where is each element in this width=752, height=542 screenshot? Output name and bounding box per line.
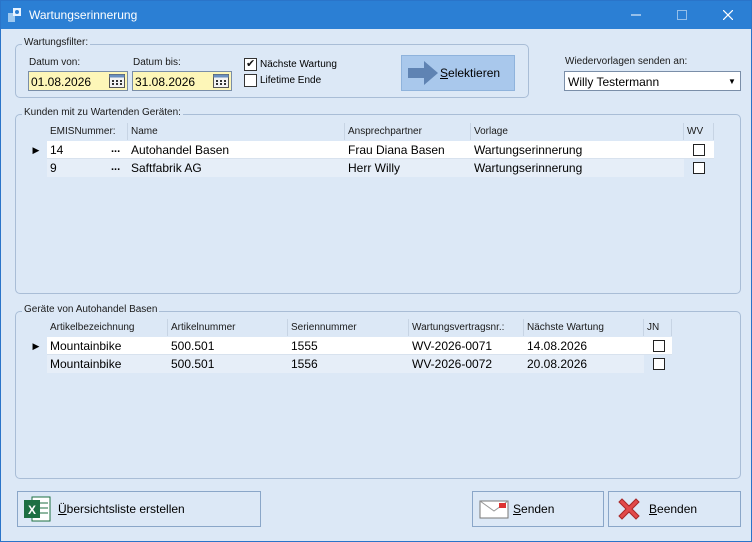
envelope-icon (479, 500, 509, 519)
send-button-label: Senden (513, 502, 555, 516)
next-maintenance-cell[interactable]: 14.08.2026 (524, 337, 644, 355)
jn-checkbox[interactable] (653, 340, 665, 352)
table-row[interactable]: Mountainbike 500.501 1556 WV-2026-0072 2… (25, 355, 731, 373)
close-window-button[interactable] (705, 1, 751, 29)
name-cell[interactable]: Saftfabrik AG (128, 159, 345, 177)
next-maintenance-label: Nächste Wartung (260, 59, 337, 70)
table-row[interactable]: ▶ 14 ... Autohandel Basen Frau Diana Bas… (25, 141, 731, 159)
column-header[interactable]: Artikelnummer (168, 319, 288, 336)
next-maintenance-checkbox[interactable] (244, 57, 257, 71)
date-from-value: 01.08.2026 (31, 75, 92, 89)
resubmit-select[interactable]: Willy Testermann ▼ (564, 71, 741, 91)
contact-cell[interactable]: Frau Diana Basen (345, 141, 471, 159)
wv-checkbox[interactable] (693, 144, 705, 156)
column-header[interactable]: Seriennummer (288, 319, 409, 336)
column-header[interactable]: Name (128, 123, 345, 140)
column-header[interactable]: WV (684, 123, 714, 140)
app-icon (8, 8, 21, 22)
window-title: Wartungserinnerung (29, 8, 138, 22)
title-bar: Wartungserinnerung (1, 1, 751, 29)
select-button[interactable]: Selektieren (401, 55, 515, 91)
lookup-button[interactable]: ... (111, 161, 120, 173)
column-header[interactable]: Vorlage (471, 123, 684, 140)
article-cell[interactable]: 500.501 (168, 337, 288, 355)
customers-group-label: Kunden mit zu Wartenden Geräten: (22, 107, 183, 118)
template-cell[interactable]: Wartungserinnerung (471, 159, 684, 177)
filter-group-label: Wartungsfilter: (22, 37, 91, 48)
main-window: Wartungserinnerung Wartungsfilter: Datum… (0, 0, 752, 542)
date-from-label: Datum von: (29, 57, 81, 68)
minimize-icon (631, 14, 641, 16)
template-cell[interactable]: Wartungserinnerung (471, 141, 684, 159)
send-button[interactable]: Senden (472, 491, 604, 527)
lifetime-end-label: Lifetime Ende (260, 75, 322, 86)
row-indicator-icon: ▶ (32, 340, 40, 351)
lookup-button[interactable]: ... (111, 143, 120, 155)
column-header[interactable]: EMISNummer: (47, 123, 128, 140)
svg-text:X: X (28, 503, 36, 517)
jn-checkbox[interactable] (653, 358, 665, 370)
calendar-icon[interactable] (213, 74, 229, 88)
name-cell[interactable]: Autohandel Basen (128, 141, 345, 159)
column-header[interactable]: Ansprechpartner (345, 123, 471, 140)
maximize-button[interactable] (659, 1, 705, 29)
customers-grid: EMISNummer: Name Ansprechpartner Vorlage… (25, 123, 731, 288)
column-header[interactable]: JN (644, 319, 672, 336)
close-button-label: Beenden (649, 502, 698, 516)
date-to-value: 31.08.2026 (135, 75, 196, 89)
next-maintenance-cell[interactable]: 20.08.2026 (524, 355, 644, 373)
contract-cell[interactable]: WV-2026-0071 (409, 337, 524, 355)
wv-checkbox[interactable] (693, 162, 705, 174)
date-from-field[interactable]: 01.08.2026 (28, 71, 128, 91)
description-cell[interactable]: Mountainbike (47, 337, 168, 355)
contact-cell[interactable]: Herr Willy (345, 159, 471, 177)
close-icon (723, 10, 733, 20)
close-button[interactable]: Beenden (608, 491, 741, 527)
devices-group-label: Geräte von Autohandel Basen (22, 304, 160, 315)
serial-cell[interactable]: 1556 (288, 355, 409, 373)
table-row[interactable]: 9 ... Saftfabrik AG Herr Willy Wartungse… (25, 159, 731, 177)
resubmit-selected-value: Willy Testermann (568, 75, 660, 89)
resubmit-label: Wiedervorlagen senden an: (565, 56, 688, 67)
overview-list-button[interactable]: X Übersichtsliste erstellen (17, 491, 261, 527)
calendar-icon[interactable] (109, 74, 125, 88)
description-cell[interactable]: Mountainbike (47, 355, 168, 373)
row-indicator-icon: ▶ (32, 144, 40, 155)
devices-grid: Artikelbezeichnung Artikelnummer Serienn… (25, 319, 731, 474)
close-x-icon (618, 498, 640, 520)
article-cell[interactable]: 500.501 (168, 355, 288, 373)
serial-cell[interactable]: 1555 (288, 337, 409, 355)
minimize-button[interactable] (613, 1, 659, 29)
column-header[interactable]: Nächste Wartung (524, 319, 644, 336)
maximize-icon (677, 10, 687, 20)
overview-list-label: Übersichtsliste erstellen (58, 502, 185, 516)
date-to-label: Datum bis: (133, 57, 181, 68)
date-to-field[interactable]: 31.08.2026 (132, 71, 232, 91)
arrow-right-icon (408, 61, 438, 85)
select-button-label: Selektieren (440, 66, 501, 80)
contract-cell[interactable]: WV-2026-0072 (409, 355, 524, 373)
column-header[interactable]: Artikelbezeichnung (47, 319, 168, 336)
excel-icon: X (24, 496, 51, 522)
lifetime-end-checkbox[interactable] (244, 74, 257, 87)
column-header[interactable]: Wartungsvertragsnr.: (409, 319, 524, 336)
table-row[interactable]: ▶ Mountainbike 500.501 1555 WV-2026-0071… (25, 337, 731, 355)
chevron-down-icon[interactable]: ▼ (724, 72, 740, 90)
